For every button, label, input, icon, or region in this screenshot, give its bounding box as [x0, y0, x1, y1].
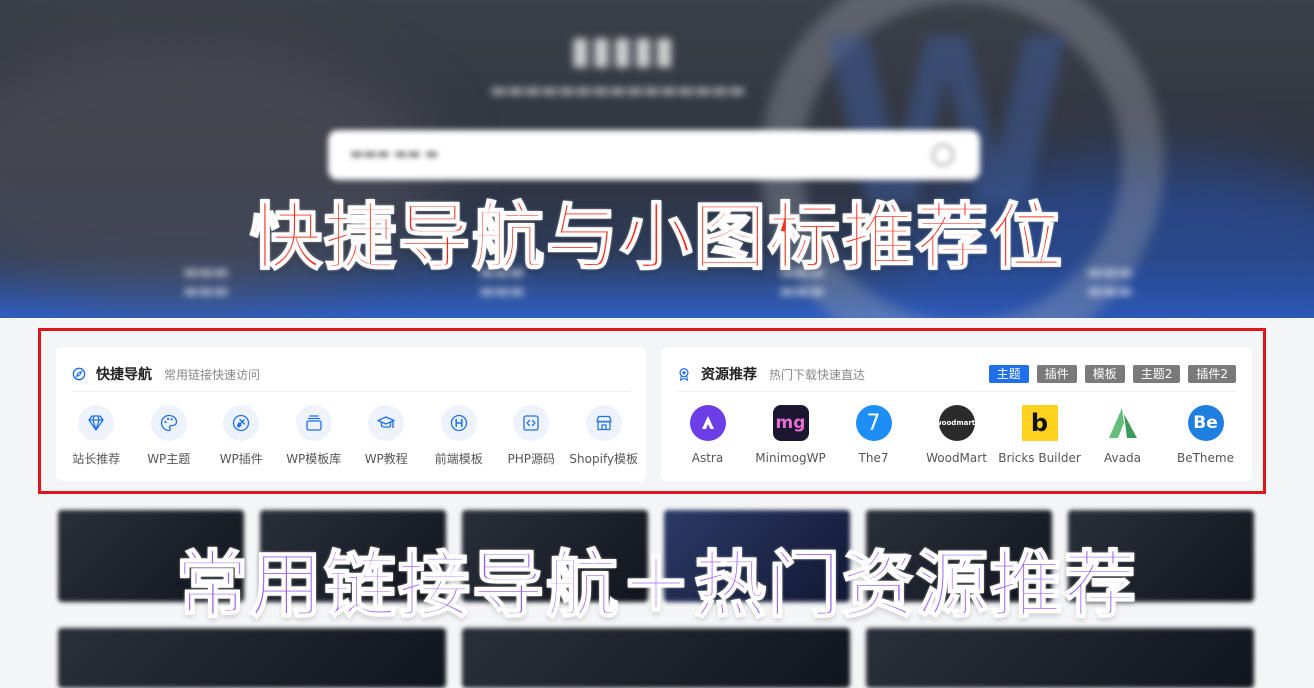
- search-placeholder: ▬▬▬ ▬▬ ▬: [350, 146, 439, 162]
- search-icon[interactable]: [932, 144, 954, 166]
- overlay-title-top: 快捷导航与小图标推荐位: [249, 194, 1064, 280]
- site-logo-blurred: ▮▮▮▮▮: [570, 28, 675, 72]
- highlight-frame: [38, 328, 1266, 494]
- overlay-title-bottom: 常用链接导航＋热门资源推荐: [175, 542, 1138, 628]
- site-tagline-blurred: ▬▬▬▬▬▬▬▬▬▬▬▬▬▬▬: [490, 80, 746, 101]
- thumbnail-tile[interactable]: [866, 628, 1254, 688]
- thumbnail-tile[interactable]: [58, 628, 446, 688]
- search-input-blurred[interactable]: ▬▬▬ ▬▬ ▬: [328, 130, 980, 180]
- thumbnail-tile[interactable]: [462, 628, 850, 688]
